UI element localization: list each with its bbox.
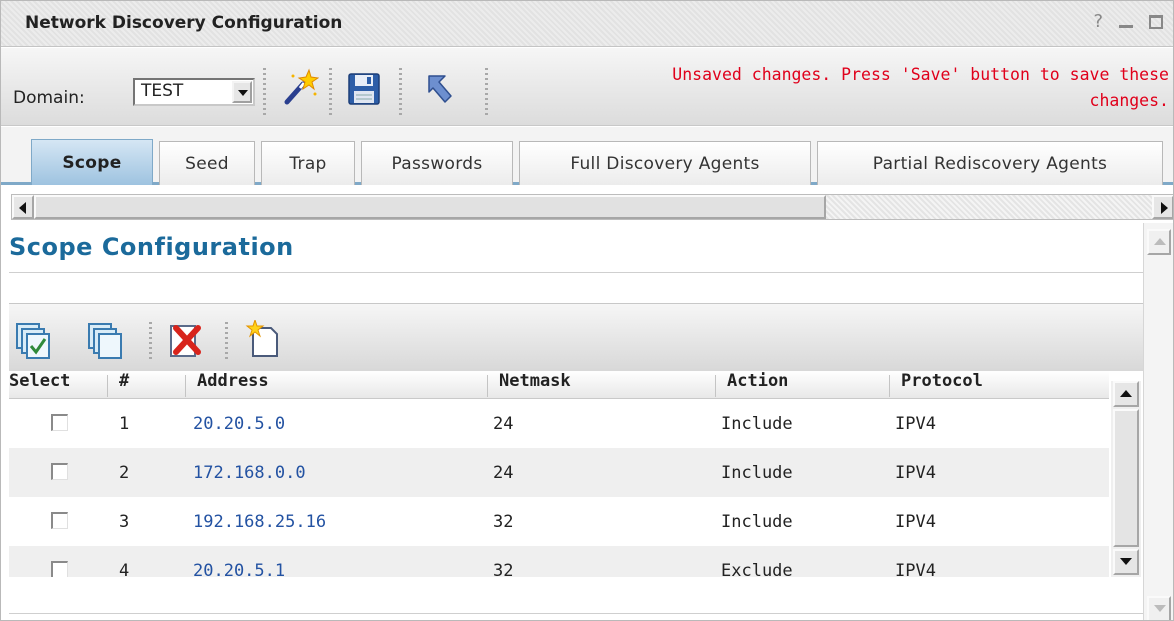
unsaved-changes-message: Unsaved changes. Press 'Save' button to … — [549, 62, 1169, 114]
row-action: Include — [721, 414, 793, 434]
window-title: Network Discovery Configuration — [25, 13, 343, 33]
column-divider — [185, 375, 186, 397]
window-controls: ? — [1093, 11, 1163, 32]
section-title: Scope Configuration — [9, 233, 294, 261]
grid-toolbar-separator — [149, 322, 152, 360]
column-divider — [487, 375, 488, 397]
table-row[interactable]: 1 20.20.5.0 24 Include IPV4 — [9, 399, 1109, 448]
column-divider — [715, 375, 716, 397]
column-header-action[interactable]: Action — [727, 371, 788, 399]
column-divider — [107, 375, 108, 397]
page-scroll-up-button[interactable] — [1147, 229, 1171, 255]
table-scroll-down-button[interactable] — [1113, 549, 1139, 575]
column-header-select[interactable]: Select — [9, 371, 70, 399]
table-row[interactable]: 2 172.168.0.0 24 Include IPV4 — [9, 448, 1109, 497]
row-select-checkbox[interactable] — [51, 561, 68, 577]
row-netmask: 32 — [493, 512, 514, 532]
row-number: 4 — [119, 561, 130, 577]
grid-toolbar — [9, 303, 1143, 371]
domain-label: Domain: — [13, 88, 85, 108]
row-address-link[interactable]: 20.20.5.0 — [193, 413, 285, 435]
row-address-link[interactable]: 172.168.0.0 — [193, 462, 306, 484]
chevron-down-icon[interactable] — [232, 81, 252, 103]
row-action: Exclude — [721, 561, 793, 577]
undo-arrow-icon[interactable] — [425, 72, 455, 106]
column-header-netmask[interactable]: Netmask — [499, 371, 571, 399]
delete-icon[interactable] — [167, 320, 203, 360]
title-bar: Network Discovery Configuration ? — [1, 1, 1173, 47]
maximize-icon[interactable] — [1149, 14, 1163, 29]
column-divider — [889, 375, 890, 397]
table-scroll-up-button[interactable] — [1113, 381, 1139, 407]
tab-passwords[interactable]: Passwords — [361, 141, 513, 185]
row-netmask: 24 — [493, 414, 514, 434]
domain-select-value: TEST — [141, 81, 184, 101]
page-scroll-down-button[interactable] — [1147, 596, 1171, 620]
tab-seed[interactable]: Seed — [159, 141, 255, 185]
scope-table: Select # Address Netmask Action Protocol… — [9, 371, 1143, 577]
network-discovery-window: Network Discovery Configuration ? Domain… — [0, 0, 1174, 621]
row-protocol: IPV4 — [895, 414, 936, 434]
row-address-link[interactable]: 192.168.25.16 — [193, 511, 326, 533]
help-icon[interactable]: ? — [1093, 11, 1103, 32]
tab-full-discovery-agents[interactable]: Full Discovery Agents — [519, 141, 811, 185]
row-select-checkbox[interactable] — [51, 463, 68, 480]
page-vertical-scrollbar[interactable] — [1143, 223, 1173, 620]
horizontal-scrollbar[interactable] — [11, 194, 1173, 220]
row-action: Include — [721, 463, 793, 483]
column-header-protocol[interactable]: Protocol — [901, 371, 983, 399]
unsaved-line-1: Unsaved changes. Press 'Save' button to … — [672, 65, 1169, 84]
row-action: Include — [721, 512, 793, 532]
toolbar-separator — [329, 68, 332, 118]
column-header-address[interactable]: Address — [197, 371, 269, 399]
grid-toolbar-separator — [225, 322, 228, 360]
main-toolbar: Domain: TEST Unsaved changes. Press 'Sav… — [1, 48, 1173, 126]
minimize-icon[interactable] — [1119, 25, 1133, 28]
toolbar-separator — [485, 68, 488, 118]
table-row[interactable]: 3 192.168.25.16 32 Include IPV4 — [9, 497, 1109, 546]
tab-scope[interactable]: Scope — [31, 139, 153, 185]
select-all-icon[interactable] — [15, 320, 51, 360]
row-select-checkbox[interactable] — [51, 414, 68, 431]
column-header-number[interactable]: # — [119, 371, 129, 399]
tab-trap[interactable]: Trap — [261, 141, 355, 185]
row-protocol: IPV4 — [895, 512, 936, 532]
row-number: 1 — [119, 414, 130, 434]
table-vertical-scrollbar[interactable] — [1111, 381, 1141, 577]
table-header: Select # Address Netmask Action Protocol — [9, 371, 1109, 399]
table-scroll-thumb[interactable] — [1113, 409, 1139, 547]
row-address-link[interactable]: 20.20.5.1 — [193, 560, 285, 577]
scroll-right-button[interactable] — [1152, 195, 1173, 219]
row-protocol: IPV4 — [895, 561, 936, 577]
row-netmask: 32 — [493, 561, 514, 577]
row-number: 2 — [119, 463, 130, 483]
domain-select[interactable]: TEST — [133, 78, 255, 106]
row-select-checkbox[interactable] — [51, 512, 68, 529]
scroll-left-button[interactable] — [12, 195, 34, 219]
wand-icon[interactable] — [281, 68, 319, 108]
unsaved-line-2: changes. — [1089, 91, 1169, 110]
save-icon[interactable] — [347, 72, 381, 106]
table-row[interactable]: 4 20.20.5.1 32 Exclude IPV4 — [9, 546, 1109, 577]
toolbar-separator — [263, 68, 266, 118]
row-netmask: 24 — [493, 463, 514, 483]
tab-bar: Scope Seed Trap Passwords Full Discovery… — [1, 127, 1173, 185]
row-number: 3 — [119, 512, 130, 532]
tab-partial-rediscovery-agents[interactable]: Partial Rediscovery Agents — [817, 141, 1163, 185]
divider — [9, 613, 1143, 614]
divider — [9, 272, 1143, 273]
horizontal-scroll-thumb[interactable] — [34, 195, 826, 219]
row-protocol: IPV4 — [895, 463, 936, 483]
new-icon[interactable] — [245, 320, 281, 360]
deselect-all-icon[interactable] — [87, 320, 123, 360]
toolbar-separator — [399, 68, 402, 118]
